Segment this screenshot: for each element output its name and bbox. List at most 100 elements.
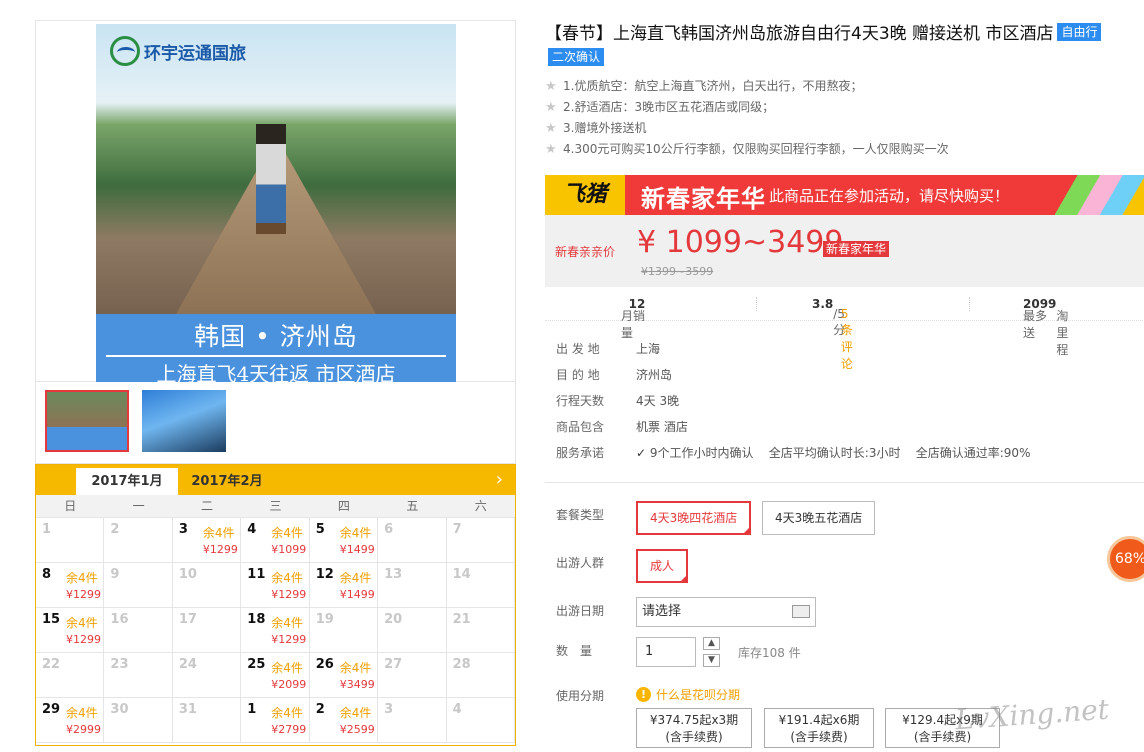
info-label: 服务承诺 — [556, 446, 605, 460]
section-divider — [545, 482, 1144, 483]
calendar-day[interactable]: 4 余4件 ¥1099 — [241, 518, 310, 563]
day-number: 19 — [315, 612, 334, 627]
day-stock: 余4件 — [202, 526, 235, 540]
info-days: 行程天数 4天 3晚 — [556, 388, 1144, 414]
day-price: ¥1099 — [271, 543, 307, 556]
weekday-label: 二 — [201, 499, 214, 513]
calendar-day: 21 — [446, 608, 515, 653]
day-price: ¥1299 — [271, 633, 307, 646]
installment-label: 使用分期 — [556, 689, 605, 703]
calendar-day: 28 — [446, 653, 515, 698]
day-stock: 余4件 — [66, 706, 98, 720]
crowd-option-adult[interactable]: 成人 — [636, 549, 689, 583]
thumbnail-2[interactable] — [142, 390, 226, 452]
day-number: 14 — [452, 567, 471, 582]
info-value: 4天 3晚 — [636, 394, 680, 408]
service-item: 全店确认通过率:90% — [915, 446, 1031, 460]
calendar-day[interactable]: 29 余4件 ¥2999 — [36, 698, 105, 743]
quantity-down-icon[interactable]: ▼ — [703, 654, 720, 667]
calendar-day[interactable]: 1 余4件 ¥2799 — [241, 698, 310, 743]
day-number: 1 — [247, 702, 257, 717]
calendar-day[interactable]: 5 余4件 ¥1499 — [309, 518, 379, 563]
day-price: ¥2599 — [339, 723, 375, 736]
thumbnail-1[interactable] — [45, 390, 129, 452]
day-stock: 余4件 — [271, 571, 303, 585]
feature-text: 2.舒适酒店：3晚市区五花酒店或同级； — [563, 100, 775, 114]
rating-score: 3.8 — [812, 297, 834, 311]
calendar-day[interactable]: 25 余4件 ¥2099 — [241, 653, 310, 698]
calendar-day: 31 — [172, 698, 242, 743]
thumbnail-strip — [35, 382, 516, 464]
product-title: 【春节】上海直飞韩国济州岛旅游自由行4天3晚 赠接送机 市区酒店 — [545, 24, 1054, 44]
calendar-day: 30 — [104, 698, 173, 743]
day-number: 2 — [315, 702, 325, 717]
floating-progress-badge[interactable]: 68% — [1107, 536, 1144, 582]
service-item: 全店平均确认时长:3小时 — [768, 446, 901, 460]
day-price: ¥1299 — [271, 588, 307, 601]
weekday-label: 日 — [64, 499, 77, 513]
day-number: 27 — [384, 657, 403, 672]
trip-info: 出 发 地 上海 目 的 地 济州岛 行程天数 4天 3晚 商品包含 机票 酒店 服务承… — [556, 336, 1144, 466]
day-number: 24 — [178, 657, 197, 672]
quantity-input[interactable]: 1 — [636, 637, 696, 667]
feature-item: ★ 1.优质航空：航空上海直飞济州，白天出行，不用熬夜； — [545, 76, 1144, 97]
installment-6[interactable]: ¥191.4起x6期 (含手续费) — [764, 708, 874, 748]
info-label: 目 的 地 — [556, 368, 600, 382]
calendar-day[interactable]: 26 余4件 ¥3499 — [309, 653, 379, 698]
star-icon: ★ — [545, 142, 557, 157]
price-range: ¥ 1099~3499 — [637, 225, 844, 260]
weekday-label: 三 — [269, 499, 282, 513]
day-price: ¥2799 — [271, 723, 307, 736]
day-stock: 余4件 — [339, 571, 372, 585]
day-number: 16 — [110, 612, 129, 627]
confirm-badge: 二次确认 — [548, 48, 605, 66]
main-product-image[interactable]: 环宇运通国旅 韩国 • 济州岛 上海直飞4天往返 市区酒店 — [96, 24, 456, 382]
monthly-sales: 月销量 12 — [621, 297, 645, 340]
quantity-up-icon[interactable]: ▲ — [703, 637, 720, 650]
feature-text: 3.赠境外接送机 — [563, 121, 647, 135]
calendar-header: 2017年1月 2017年2月 › — [36, 465, 515, 495]
package-option-5star[interactable]: 4天3晚五花酒店 — [762, 501, 876, 535]
huabei-help-link[interactable]: ! 什么是花呗分期 — [636, 686, 740, 703]
calendar-day: 2 — [104, 518, 173, 563]
day-number: 8 — [42, 567, 52, 582]
tab-february[interactable]: 2017年2月 — [176, 468, 278, 495]
calendar-day[interactable]: 8 余4件 ¥1299 — [36, 563, 105, 608]
day-stock: 余4件 — [66, 616, 98, 630]
day-stock: 余4件 — [271, 526, 303, 540]
rating: 3.8/5分 5 条评论 — [812, 297, 853, 371]
day-number: 11 — [247, 567, 266, 582]
installment-3[interactable]: ¥374.75起x3期 (含手续费) — [636, 708, 752, 748]
calendar-day[interactable]: 12 余4件 ¥1499 — [309, 563, 379, 608]
next-month-icon[interactable]: › — [496, 469, 503, 490]
inst-fee: (含手续费) — [665, 730, 723, 744]
day-price: ¥1299 — [66, 633, 101, 646]
day-number: 13 — [384, 567, 403, 582]
feature-text: 4.300元可购买10公斤行李额，仅限购买回程行李额，一人仅限购买一次 — [563, 142, 949, 156]
info-departure: 出 发 地 上海 — [556, 336, 1144, 362]
info-label: 出 发 地 — [556, 342, 600, 356]
tab-january[interactable]: 2017年1月 — [76, 468, 178, 495]
day-number: 5 — [315, 522, 325, 537]
calendar-day[interactable]: 15 余4件 ¥1299 — [36, 608, 105, 653]
day-price: ¥2099 — [271, 678, 307, 691]
day-price: ¥1499 — [339, 588, 375, 601]
package-option-4star[interactable]: 4天3晚四花酒店 — [636, 501, 752, 535]
calendar-day[interactable]: 2 余4件 ¥2599 — [309, 698, 379, 743]
day-stock: 余4件 — [339, 526, 372, 540]
main-image-frame: 环宇运通国旅 韩国 • 济州岛 上海直飞4天往返 市区酒店 — [35, 20, 516, 382]
calendar-day[interactable]: 11 余4件 ¥1299 — [241, 563, 310, 608]
calendar-icon[interactable] — [792, 605, 810, 618]
crowd-label: 出游人群 — [556, 556, 605, 570]
calendar-day[interactable]: 3 余4件 ¥1299 — [172, 518, 242, 563]
promo-banner[interactable]: 飞猪 新春家年华 此商品正在参加活动，请尽快购买！ — [545, 175, 1144, 215]
price-badge: 新春家年华 — [823, 241, 890, 257]
day-number: 12 — [315, 567, 334, 582]
day-stock: 余4件 — [271, 616, 303, 630]
date-input[interactable]: 请选择 — [636, 597, 816, 627]
feature-item: ★ 3.赠境外接送机 — [545, 118, 1144, 139]
calendar-day[interactable]: 18 余4件 ¥1299 — [241, 608, 310, 653]
original-price: ¥1399~3599 — [641, 265, 714, 278]
calendar-day: 24 — [172, 653, 242, 698]
day-number: 7 — [452, 522, 462, 537]
